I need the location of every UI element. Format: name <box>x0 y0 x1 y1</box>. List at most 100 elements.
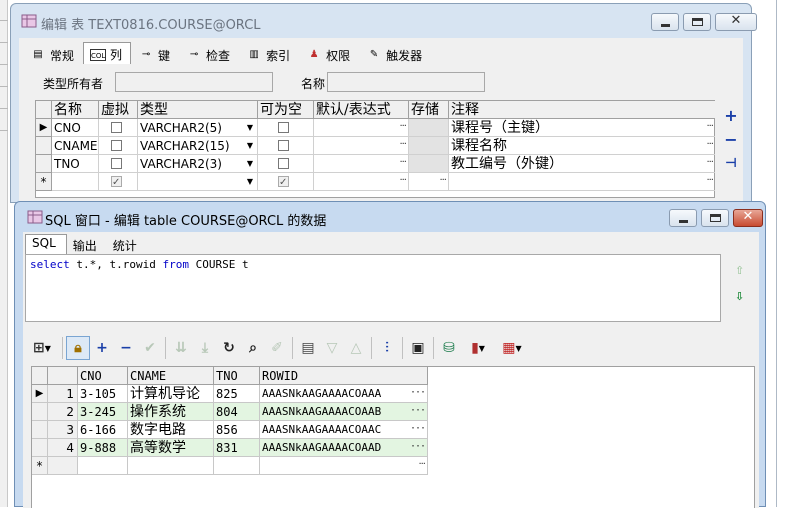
nullable-checkbox[interactable] <box>278 122 289 133</box>
virtual-cell[interactable] <box>99 173 138 191</box>
column-name-cell[interactable] <box>52 173 99 191</box>
tno-cell[interactable] <box>214 457 260 475</box>
tab-sql[interactable]: SQL <box>25 234 67 254</box>
comment-cell[interactable]: ··· <box>449 173 715 191</box>
ellipsis-button[interactable]: ··· <box>410 439 426 455</box>
cname-cell[interactable]: 高等数学 <box>128 439 214 457</box>
previous-record-button[interactable]: ▽ <box>320 336 344 360</box>
cname-cell[interactable] <box>128 457 214 475</box>
dropdown-arrow-icon[interactable]: ▼ <box>247 155 253 172</box>
tno-cell[interactable]: 825 <box>214 385 260 403</box>
lock-button[interactable]: 🔒︎ <box>66 336 90 360</box>
ellipsis-button[interactable]: ··· <box>399 119 406 135</box>
row-indicator[interactable] <box>32 421 48 439</box>
virtual-cell[interactable] <box>99 155 138 173</box>
close-button[interactable]: ✕ <box>715 13 757 31</box>
nullable-checkbox[interactable] <box>278 140 289 151</box>
ellipsis-button[interactable]: ··· <box>410 421 426 437</box>
dropdown-arrow-icon[interactable]: ▼ <box>247 137 253 154</box>
tno-cell[interactable]: 856 <box>214 421 260 439</box>
rowid-cell[interactable]: ··· <box>260 457 428 475</box>
comment-cell[interactable]: 课程号（主键） ··· <box>449 119 715 137</box>
refresh-button[interactable]: ↻ <box>217 336 241 360</box>
col-header-rowid[interactable]: ROWID <box>260 367 428 385</box>
single-record-view-button[interactable]: ⫶ <box>375 336 399 360</box>
default-cell[interactable]: ··· <box>314 173 409 191</box>
dropdown-arrow-icon[interactable]: ▼ <box>247 119 253 136</box>
col-header-default[interactable]: 默认/表达式 <box>314 101 409 119</box>
delete-record-button[interactable]: − <box>114 336 138 360</box>
rowid-cell[interactable]: AAASNkAAGAAAACOAAA ··· <box>260 385 428 403</box>
nullable-cell[interactable] <box>258 173 314 191</box>
column-name-cell[interactable]: TNO <box>52 155 99 173</box>
row-indicator[interactable] <box>32 439 48 457</box>
storage-cell[interactable]: ··· <box>409 173 449 191</box>
row-indicator[interactable] <box>36 155 52 173</box>
nullable-checkbox[interactable] <box>278 174 289 190</box>
clear-button[interactable]: ✐ <box>265 336 289 360</box>
type-cell[interactable]: VARCHAR2(3) ▼ <box>138 155 258 173</box>
find-button[interactable]: ⌕ <box>241 336 265 360</box>
tno-cell[interactable]: 804 <box>214 403 260 421</box>
nullable-cell[interactable] <box>258 155 314 173</box>
save-button[interactable]: ▣ <box>406 336 430 360</box>
cno-cell[interactable]: 9-888 <box>78 439 128 457</box>
edit-window-titlebar[interactable]: 编辑 表 TEXT0816.COURSE@ORCL ✕ <box>11 4 757 38</box>
ellipsis-button[interactable]: ··· <box>706 155 713 171</box>
rowid-cell[interactable]: AAASNkAAGAAAACOAAC ··· <box>260 421 428 439</box>
fetch-last-button[interactable]: ⤓ <box>193 336 217 360</box>
minimize-button[interactable] <box>651 13 679 31</box>
ellipsis-button[interactable]: ··· <box>399 155 406 171</box>
ellipsis-button[interactable]: ··· <box>410 403 426 419</box>
virtual-checkbox[interactable] <box>111 158 122 169</box>
fetch-next-button[interactable]: ⇊ <box>169 336 193 360</box>
cno-cell[interactable]: 6-166 <box>78 421 128 439</box>
virtual-checkbox[interactable] <box>111 174 122 190</box>
col-header-name[interactable]: 名称 <box>52 101 99 119</box>
post-changes-button[interactable]: ✔ <box>138 336 162 360</box>
export-grid-button[interactable]: ▦ ▼ <box>495 336 529 360</box>
grid-select-button[interactable]: ⊞ ▼ <box>25 336 59 360</box>
type-cell[interactable]: ▼ <box>138 173 258 191</box>
tab-general[interactable]: ▤ 常规 <box>23 44 83 64</box>
col-header-tno[interactable]: TNO <box>214 367 260 385</box>
row-indicator[interactable] <box>32 403 48 421</box>
storage-cell[interactable] <box>409 119 449 137</box>
export-button[interactable]: ⛁ <box>437 336 461 360</box>
minimize-button[interactable] <box>669 209 697 227</box>
next-record-button[interactable]: △ <box>344 336 368 360</box>
move-column-button[interactable]: ⊣ <box>723 156 739 172</box>
maximize-button[interactable] <box>683 13 711 31</box>
col-header-storage[interactable]: 存储 <box>409 101 449 119</box>
tno-cell[interactable]: 831 <box>214 439 260 457</box>
col-header-nullable[interactable]: 可为空 <box>258 101 314 119</box>
cno-cell[interactable]: 3-105 <box>78 385 128 403</box>
ellipsis-button[interactable]: ··· <box>706 173 713 189</box>
type-cell[interactable]: VARCHAR2(15) ▼ <box>138 137 258 155</box>
col-header-virtual[interactable]: 虚拟 <box>99 101 138 119</box>
col-header-cname[interactable]: CNAME <box>128 367 214 385</box>
tab-output[interactable]: 输出 <box>67 236 107 254</box>
name-field[interactable] <box>327 72 485 92</box>
cno-cell[interactable] <box>78 457 128 475</box>
storage-cell[interactable] <box>409 137 449 155</box>
ellipsis-button[interactable]: ··· <box>418 457 425 473</box>
tab-checks[interactable]: ⊸ 检查 <box>179 44 239 64</box>
maximize-button[interactable] <box>701 209 729 227</box>
type-cell[interactable]: VARCHAR2(5) ▼ <box>138 119 258 137</box>
nullable-cell[interactable] <box>258 137 314 155</box>
sql-editor[interactable]: select t.*, t.rowid from COURSE t <box>25 254 721 322</box>
previous-statement-icon[interactable]: ⇧ <box>735 264 744 277</box>
tab-indexes[interactable]: ▥ 索引 <box>239 44 299 64</box>
tab-columns[interactable]: COL 列 <box>83 42 132 64</box>
col-header-cno[interactable]: CNO <box>78 367 128 385</box>
virtual-cell[interactable] <box>99 137 138 155</box>
rowid-cell[interactable]: AAASNkAAGAAAACOAAB ··· <box>260 403 428 421</box>
virtual-checkbox[interactable] <box>111 140 122 151</box>
column-name-cell[interactable]: CNAME <box>52 137 99 155</box>
cname-cell[interactable]: 计算机导论 <box>128 385 214 403</box>
tab-privileges[interactable]: ♟ 权限 <box>299 44 359 64</box>
dropdown-arrow-icon[interactable]: ▼ <box>247 173 253 190</box>
ellipsis-button[interactable]: ··· <box>399 137 406 153</box>
ellipsis-button[interactable]: ··· <box>706 137 713 153</box>
